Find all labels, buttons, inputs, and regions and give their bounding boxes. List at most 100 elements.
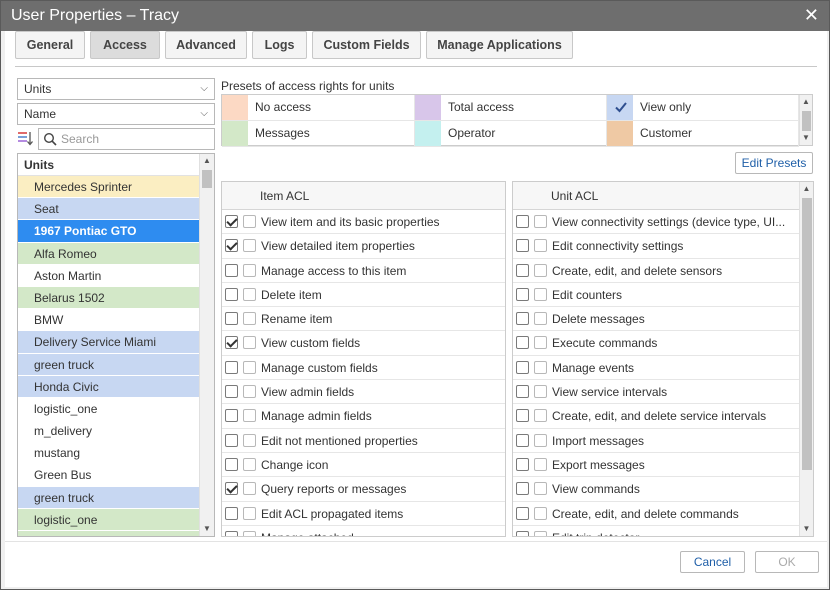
acl-checkbox[interactable] <box>516 287 529 301</box>
acl-checkbox[interactable] <box>225 360 238 374</box>
acl-checkbox[interactable] <box>516 239 529 253</box>
scroll-up-icon[interactable]: ▲ <box>800 182 813 196</box>
preset-item[interactable]: Messages <box>222 121 415 147</box>
acl-propagate-checkbox[interactable] <box>534 457 547 471</box>
acl-propagate-checkbox[interactable] <box>534 433 547 447</box>
acl-propagate-checkbox[interactable] <box>534 506 547 520</box>
acl-checkbox[interactable] <box>225 239 238 253</box>
acl-checkbox[interactable] <box>516 409 529 423</box>
unit-list-item[interactable]: m_delivery <box>18 420 199 443</box>
tab-manage-applications[interactable]: Manage Applications <box>426 31 573 59</box>
scroll-thumb[interactable] <box>202 170 212 188</box>
preset-item[interactable]: Operator <box>415 121 607 147</box>
acl-propagate-checkbox[interactable] <box>243 215 256 228</box>
cancel-button[interactable]: Cancel <box>680 551 745 573</box>
acl-checkbox[interactable] <box>225 482 238 496</box>
tab-custom-fields[interactable]: Custom Fields <box>312 31 421 59</box>
acl-propagate-checkbox[interactable] <box>243 457 256 471</box>
unit-acl-scrollbar[interactable]: ▲ ▼ <box>799 182 813 536</box>
acl-checkbox[interactable] <box>225 457 238 471</box>
acl-checkbox[interactable] <box>516 263 529 277</box>
preset-item[interactable]: Total access <box>415 95 607 121</box>
acl-propagate-checkbox[interactable] <box>243 530 256 536</box>
acl-propagate-checkbox[interactable] <box>243 482 256 496</box>
acl-checkbox[interactable] <box>225 263 238 277</box>
unit-list-item[interactable]: Mercedes Sprinter <box>18 176 199 199</box>
unit-list-item[interactable]: Aston Martin <box>18 264 199 287</box>
tab-logs[interactable]: Logs <box>252 31 307 59</box>
acl-propagate-checkbox[interactable] <box>243 263 256 277</box>
scroll-down-icon[interactable]: ▼ <box>800 131 812 145</box>
scroll-thumb[interactable] <box>802 111 811 131</box>
acl-propagate-checkbox[interactable] <box>534 360 547 374</box>
acl-checkbox[interactable] <box>516 385 529 399</box>
acl-checkbox[interactable] <box>225 336 238 350</box>
preset-item[interactable]: View only <box>607 95 799 121</box>
acl-propagate-checkbox[interactable] <box>534 287 547 301</box>
acl-checkbox[interactable] <box>516 215 529 228</box>
item-type-select[interactable]: Units ⌵ <box>17 78 215 100</box>
acl-propagate-checkbox[interactable] <box>243 409 256 423</box>
acl-propagate-checkbox[interactable] <box>534 263 547 277</box>
acl-checkbox[interactable] <box>225 530 238 536</box>
acl-propagate-checkbox[interactable] <box>534 530 547 536</box>
search-input[interactable] <box>61 131 211 147</box>
acl-checkbox[interactable] <box>516 336 529 350</box>
preset-item[interactable]: No access <box>222 95 415 121</box>
acl-propagate-checkbox[interactable] <box>534 239 547 253</box>
scroll-up-icon[interactable]: ▲ <box>800 95 812 109</box>
acl-checkbox[interactable] <box>225 287 238 301</box>
acl-propagate-checkbox[interactable] <box>243 239 256 253</box>
tab-general[interactable]: General <box>15 31 85 59</box>
scroll-thumb[interactable] <box>802 198 812 470</box>
unit-list-item[interactable]: Belarus 1502 <box>18 286 199 310</box>
unit-list-item[interactable]: Alfa Romeo <box>18 242 199 265</box>
acl-checkbox[interactable] <box>516 360 529 374</box>
unit-list-item[interactable]: logistic_one <box>18 397 199 421</box>
acl-checkbox[interactable] <box>225 312 238 326</box>
acl-propagate-checkbox[interactable] <box>243 287 256 301</box>
acl-checkbox[interactable] <box>225 215 238 228</box>
unit-list-item[interactable]: green truck <box>18 486 199 509</box>
acl-checkbox[interactable] <box>516 457 529 471</box>
acl-propagate-checkbox[interactable] <box>534 215 547 228</box>
sort-icon[interactable] <box>17 130 33 148</box>
acl-checkbox[interactable] <box>225 385 238 399</box>
unit-list-item[interactable]: mustang <box>18 442 199 465</box>
unit-list-item[interactable]: Delivery Service Miami <box>18 331 199 354</box>
unit-list-item[interactable]: green truck <box>18 353 199 376</box>
sort-select[interactable]: Name ⌵ <box>17 103 215 125</box>
acl-propagate-checkbox[interactable] <box>534 312 547 326</box>
unit-list-item[interactable]: BMW <box>18 309 199 332</box>
unit-list-item[interactable]: Honda Civic <box>18 375 199 398</box>
acl-propagate-checkbox[interactable] <box>534 336 547 350</box>
unit-list-item[interactable]: logistic_one <box>18 508 199 531</box>
scroll-down-icon[interactable]: ▼ <box>200 522 214 536</box>
acl-propagate-checkbox[interactable] <box>534 482 547 496</box>
acl-propagate-checkbox[interactable] <box>534 409 547 423</box>
acl-checkbox[interactable] <box>225 506 238 520</box>
acl-checkbox[interactable] <box>516 433 529 447</box>
tab-access[interactable]: Access <box>90 31 160 59</box>
scroll-up-icon[interactable]: ▲ <box>200 154 214 168</box>
acl-propagate-checkbox[interactable] <box>243 506 256 520</box>
acl-propagate-checkbox[interactable] <box>243 336 256 350</box>
unit-list-item[interactable]: Green Bus <box>18 464 199 487</box>
tab-advanced[interactable]: Advanced <box>165 31 247 59</box>
acl-checkbox[interactable] <box>516 530 529 536</box>
edit-presets-button[interactable]: Edit Presets <box>735 152 813 174</box>
unit-list-item[interactable]: m_delivery <box>18 531 199 536</box>
acl-checkbox[interactable] <box>516 482 529 496</box>
unit-list-item[interactable]: Seat <box>18 198 199 221</box>
acl-checkbox[interactable] <box>225 409 238 423</box>
unit-list-scrollbar[interactable]: ▲ ▼ <box>199 154 214 536</box>
acl-propagate-checkbox[interactable] <box>243 360 256 374</box>
acl-propagate-checkbox[interactable] <box>243 385 256 399</box>
acl-propagate-checkbox[interactable] <box>243 312 256 326</box>
acl-propagate-checkbox[interactable] <box>243 433 256 447</box>
scroll-down-icon[interactable]: ▼ <box>800 522 813 536</box>
presets-scrollbar[interactable]: ▲ ▼ <box>799 95 812 145</box>
acl-checkbox[interactable] <box>225 433 238 447</box>
preset-item[interactable]: Customer <box>607 121 799 147</box>
acl-propagate-checkbox[interactable] <box>534 385 547 399</box>
